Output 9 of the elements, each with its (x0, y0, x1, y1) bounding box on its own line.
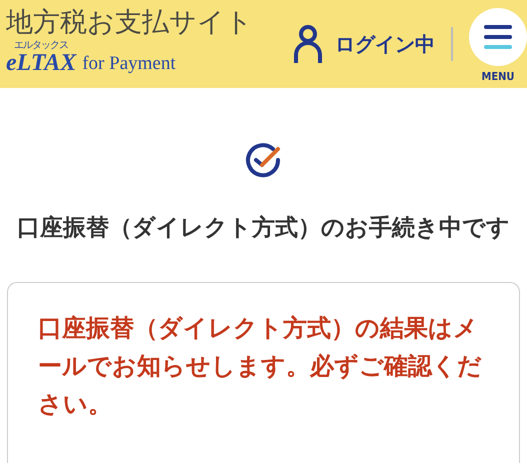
logo-brand: eLTAX (6, 51, 76, 75)
site-title: 地方税お支払サイト (6, 7, 254, 39)
user-icon (293, 24, 323, 64)
logo-ruby: エルタックス (14, 41, 68, 51)
status-heading: 口座振替（ダイレクト方式）のお手続き中です (17, 214, 510, 243)
menu-icon (484, 24, 512, 50)
login-status: ログイン中 (335, 30, 435, 58)
logo-tagline: for Payment (82, 53, 176, 75)
notice-text: 口座振替（ダイレクト方式）の結果はメールでお知らせします。必ずご確認ください。 (38, 313, 483, 420)
